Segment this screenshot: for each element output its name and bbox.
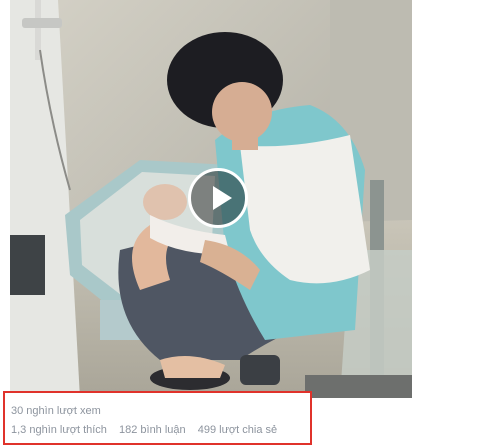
play-icon <box>213 186 232 210</box>
comment-count[interactable]: 182 bình luận <box>119 424 186 436</box>
video-player[interactable] <box>10 0 412 398</box>
post-container: 30 nghìn lượt xem 1,3 nghìn lượt thích 1… <box>0 0 502 447</box>
view-count: 30 nghìn lượt xem <box>11 405 101 417</box>
play-button[interactable] <box>188 168 248 228</box>
post-stats-highlight: 30 nghìn lượt xem 1,3 nghìn lượt thích 1… <box>3 391 312 445</box>
share-count[interactable]: 499 lượt chia sẻ <box>198 424 277 436</box>
engagement-row: 1,3 nghìn lượt thích 182 bình luận 499 l… <box>11 424 277 436</box>
like-count[interactable]: 1,3 nghìn lượt thích <box>11 424 107 436</box>
